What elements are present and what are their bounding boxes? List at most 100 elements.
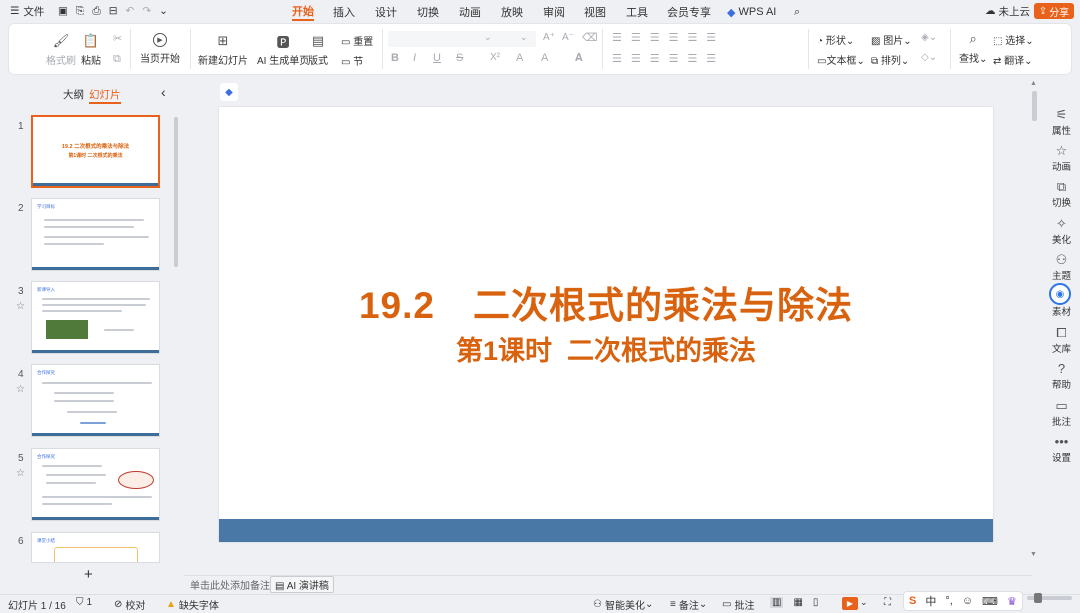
- missing-font-button[interactable]: ▲ 缺失字体: [166, 597, 219, 612]
- tab-review[interactable]: 审阅: [543, 3, 565, 21]
- theme-button[interactable]: ⚇ 主题: [1043, 252, 1080, 282]
- fit-window-icon[interactable]: ⛶: [884, 597, 891, 608]
- slide-canvas[interactable]: 19.2 二次根式的乘法与除法 第1课时 二次根式的乘法: [219, 107, 993, 542]
- outline-icon[interactable]: ◇⌄: [921, 52, 937, 63]
- ime-toolbar[interactable]: S 中 °, ☺ ⌨ ♛: [903, 591, 1023, 611]
- play-options-icon[interactable]: ⌄: [860, 597, 868, 608]
- tab-animation[interactable]: 动画: [459, 3, 481, 21]
- play-button[interactable]: ▶: [842, 597, 858, 610]
- slide-thumbnail-6[interactable]: 课堂小结: [31, 532, 160, 563]
- material-icon[interactable]: ◉: [1049, 283, 1071, 305]
- star-icon[interactable]: ☆: [16, 301, 25, 312]
- comment-pane-button[interactable]: ▭ 批注: [1043, 398, 1080, 428]
- tab-view[interactable]: 视图: [584, 3, 606, 21]
- slide-thumbnail-1[interactable]: 19.2 二次根式的乘法与除法 第1课时 二次根式的乘法: [31, 115, 160, 188]
- slide-thumbnail-5[interactable]: 合作探究: [31, 448, 160, 521]
- preview-icon[interactable]: ⊟: [109, 5, 118, 17]
- font-color-icon[interactable]: 𝐀: [575, 52, 583, 65]
- star-icon[interactable]: ☆: [16, 384, 25, 395]
- paragraph-tools[interactable]: ☰☰☰☰☰☰: [612, 31, 725, 44]
- notes-placeholder[interactable]: 单击此处添加备注: [190, 577, 270, 592]
- beautify-button[interactable]: ✧ 美化: [1043, 216, 1080, 246]
- ai-speech-button[interactable]: ▤ AI 演讲稿: [270, 576, 334, 593]
- slides-tab[interactable]: 幻灯片: [89, 87, 121, 104]
- shape-button[interactable]: ◔ 形状⌄: [817, 32, 854, 47]
- alignment-tools[interactable]: ☰☰☰☰☰☰: [612, 52, 725, 65]
- redo-icon[interactable]: ↷: [142, 5, 151, 17]
- collapse-panel-icon[interactable]: ‹: [161, 84, 166, 100]
- slide-thumbnail-3[interactable]: 新课导入: [31, 281, 160, 354]
- textbox-button[interactable]: ▭文本框⌄: [817, 52, 865, 67]
- view-switcher[interactable]: ▥ ▦ ▯: [770, 597, 818, 608]
- proofread-button[interactable]: ⊘ 校对: [114, 597, 145, 612]
- slide-thumbnail-2[interactable]: 学习目标: [31, 198, 160, 271]
- cut-icon[interactable]: ✂: [113, 32, 122, 45]
- decrease-font-icon[interactable]: A⁻: [562, 32, 574, 43]
- notes-button[interactable]: ≡ 备注 ⌄: [670, 597, 707, 612]
- tab-member[interactable]: 会员专享: [667, 3, 711, 21]
- text-effect-icon[interactable]: A: [516, 52, 523, 64]
- share-button[interactable]: ⇪ 分享: [1034, 3, 1074, 19]
- tab-wps-ai[interactable]: ◆ WPS AI: [727, 3, 776, 21]
- more-icon[interactable]: ⌄: [159, 5, 168, 17]
- transition-button[interactable]: ⧉ 切换: [1043, 179, 1080, 209]
- undo-icon[interactable]: ↶: [126, 5, 135, 17]
- slide-thumbnail-4[interactable]: 合作探究: [31, 364, 160, 437]
- italic-button[interactable]: I: [413, 52, 416, 64]
- zoom-handle[interactable]: [1034, 593, 1042, 603]
- comment-button[interactable]: ▭ 批注: [722, 597, 754, 612]
- strikethrough-button[interactable]: S: [456, 52, 463, 64]
- tab-tools[interactable]: 工具: [626, 3, 648, 21]
- export-icon[interactable]: ⎘: [76, 5, 84, 18]
- select-button[interactable]: ⬚ 选择⌄: [993, 32, 1034, 47]
- tab-transition[interactable]: 切换: [417, 3, 439, 21]
- ai-single-page-button[interactable]: 🅿 AI 生成单页: [257, 33, 309, 68]
- find-button[interactable]: ⌕ 查找⌄: [959, 31, 987, 65]
- paste-button[interactable]: 📋 粘贴: [81, 33, 101, 67]
- panel-scrollbar[interactable]: [174, 117, 178, 267]
- smart-beautify-button[interactable]: ⚇ 智能美化 ⌄: [593, 597, 653, 612]
- reset-button[interactable]: ▭ 重置: [341, 33, 373, 48]
- status-count[interactable]: ⛉ 1: [76, 597, 92, 608]
- animation-button[interactable]: ☆ 动画: [1043, 143, 1080, 173]
- properties-button[interactable]: ⚟ 属性: [1043, 107, 1080, 137]
- tab-slideshow[interactable]: 放映: [501, 3, 523, 21]
- search-icon[interactable]: ⌕: [794, 3, 800, 21]
- scroll-down-icon[interactable]: ▼: [1030, 551, 1037, 558]
- slide-subtitle[interactable]: 第1课时 二次根式的乘法: [219, 329, 993, 368]
- normal-view-icon[interactable]: ▥: [770, 597, 784, 608]
- format-painter-button[interactable]: 🖌 格式刷: [46, 33, 76, 67]
- star-icon[interactable]: ☆: [16, 468, 25, 479]
- fill-icon[interactable]: ◈⌄: [921, 32, 937, 43]
- superscript-button[interactable]: X²: [490, 52, 500, 63]
- cloud-status[interactable]: ☁ 未上云: [985, 3, 1030, 19]
- wps-ai-float-icon[interactable]: ◆: [220, 83, 238, 101]
- material-button[interactable]: 素材: [1043, 304, 1080, 318]
- settings-button[interactable]: ••• 设置: [1043, 434, 1080, 464]
- section-button[interactable]: ▭ 节: [341, 53, 363, 68]
- font-name-select[interactable]: ⌄ ⌄: [388, 31, 536, 47]
- clear-format-icon[interactable]: ⌫: [582, 31, 598, 44]
- arrange-button[interactable]: ⧉ 排列⌄: [871, 52, 909, 67]
- save-icon[interactable]: ▣: [58, 5, 68, 17]
- reading-view-icon[interactable]: ▯: [813, 597, 819, 608]
- highlight-icon[interactable]: A: [541, 52, 548, 64]
- slide-title[interactable]: 19.2 二次根式的乘法与除法: [219, 275, 993, 329]
- outline-tab[interactable]: 大纲: [63, 87, 84, 102]
- print-icon[interactable]: ⎙: [92, 5, 100, 18]
- sorter-view-icon[interactable]: ▦: [793, 597, 802, 608]
- play-from-current-button[interactable]: ▶ 当页开始: [140, 33, 180, 65]
- help-button[interactable]: ? 帮助: [1043, 361, 1080, 391]
- tab-design[interactable]: 设计: [375, 3, 397, 21]
- underline-button[interactable]: U: [433, 52, 441, 64]
- canvas-scrollbar[interactable]: [1032, 91, 1037, 121]
- translate-button[interactable]: ⇄ 翻译⌄: [993, 52, 1033, 67]
- tab-home[interactable]: 开始: [292, 3, 314, 21]
- scroll-up-icon[interactable]: ▲: [1030, 80, 1037, 87]
- new-slide-button[interactable]: ⊞ 新建幻灯片: [198, 33, 248, 67]
- layout-button[interactable]: ▤ 版式: [308, 33, 328, 67]
- increase-font-icon[interactable]: A⁺: [543, 32, 555, 43]
- library-button[interactable]: ⧠ 文库: [1043, 325, 1080, 355]
- file-menu[interactable]: ☰ 文件: [10, 3, 44, 19]
- copy-icon[interactable]: ⧉: [113, 53, 121, 66]
